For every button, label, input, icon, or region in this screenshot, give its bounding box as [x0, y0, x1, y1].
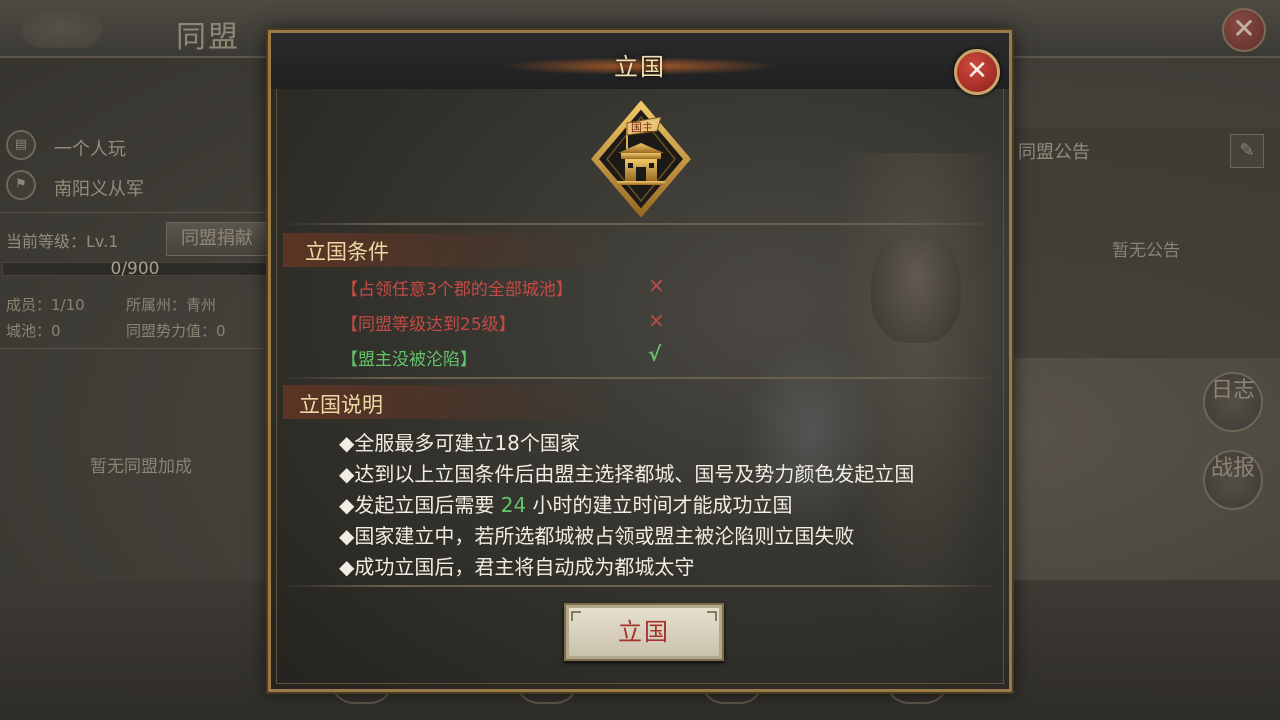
- banner-icon: ⚑: [6, 170, 36, 200]
- build-time-hours: 24: [500, 493, 527, 517]
- member-count: 成员：1/10: [6, 296, 85, 314]
- dialog-title: 立国: [614, 53, 666, 81]
- found-nation-button[interactable]: 立国: [564, 603, 724, 661]
- condition-unmet-icon: ×: [648, 273, 665, 297]
- alliance-level: 当前等级：Lv.1: [6, 232, 119, 251]
- log-button[interactable]: 日志: [1203, 372, 1263, 432]
- dialog-close-button[interactable]: ✕: [954, 49, 1000, 95]
- note-build-time-suffix: 小时的建立时间才能成功立国: [526, 493, 793, 517]
- leader-name: 南阳义从军: [54, 179, 144, 200]
- condition-occupy-commanderies: 【占领任意3个郡的全部城池】: [341, 280, 573, 300]
- divider: [0, 212, 268, 213]
- note-build-time-prefix: ◆发起立国后需要: [339, 493, 501, 517]
- nation-emblem-icon: 国主: [591, 100, 691, 218]
- building-icon: ▤: [6, 130, 36, 160]
- note-initiate-nation: ◆达到以上立国条件后由盟主选择都城、国号及势力颜色发起立国: [339, 462, 915, 486]
- note-failure-condition: ◆国家建立中，若所选都城被占领或盟主被沦陷则立国失败: [339, 524, 855, 548]
- found-nation-dialog: 立国 ✕ 国主 立国条件 【占领任意3个郡的全部城池】 × 【同盟等级达到25级…: [268, 30, 1012, 692]
- condition-met-icon: √: [648, 342, 662, 366]
- alliance-donate-button[interactable]: 同盟捐献: [166, 222, 268, 256]
- player-name: 一个人玩: [54, 139, 126, 160]
- no-announcement-text: 暂无公告: [1112, 241, 1180, 261]
- divider: [279, 223, 1001, 225]
- condition-leader-not-fallen: 【盟主没被沦陷】: [341, 350, 477, 370]
- no-alliance-bonus-text: 暂无同盟加成: [90, 457, 192, 477]
- divider: [279, 585, 1001, 587]
- battle-report-button[interactable]: 战报: [1203, 450, 1263, 510]
- emblem-label: 国主: [631, 121, 653, 134]
- divider: [0, 348, 268, 349]
- note-build-time: ◆发起立国后需要 24 小时的建立时间才能成功立国: [339, 489, 793, 518]
- alliance-screen-title: 同盟: [176, 20, 240, 55]
- alliance-state: 所属州：青州: [126, 296, 217, 314]
- notes-title: 立国说明: [299, 393, 383, 417]
- conditions-title: 立国条件: [305, 240, 389, 264]
- dragon-ornament-icon: [22, 10, 102, 48]
- alliance-exp-text: 0/900: [110, 259, 160, 279]
- portrait-head: [871, 233, 961, 343]
- announcement-title: 同盟公告: [1018, 142, 1090, 163]
- divider: [279, 377, 1001, 379]
- city-count: 城池：0: [6, 322, 61, 340]
- note-max-nations: ◆全服最多可建立18个国家: [339, 431, 580, 455]
- edit-brush-icon[interactable]: ✎: [1230, 134, 1264, 168]
- alliance-close-icon[interactable]: ✕: [1222, 8, 1266, 52]
- condition-unmet-icon: ×: [648, 308, 665, 332]
- condition-alliance-level: 【同盟等级达到25级】: [341, 315, 516, 335]
- dialog-header: 立国: [271, 33, 1009, 89]
- alliance-power: 同盟势力值：0: [126, 322, 226, 340]
- note-lord-becomes-governor: ◆成功立国后，君主将自动成为都城太守: [339, 555, 695, 579]
